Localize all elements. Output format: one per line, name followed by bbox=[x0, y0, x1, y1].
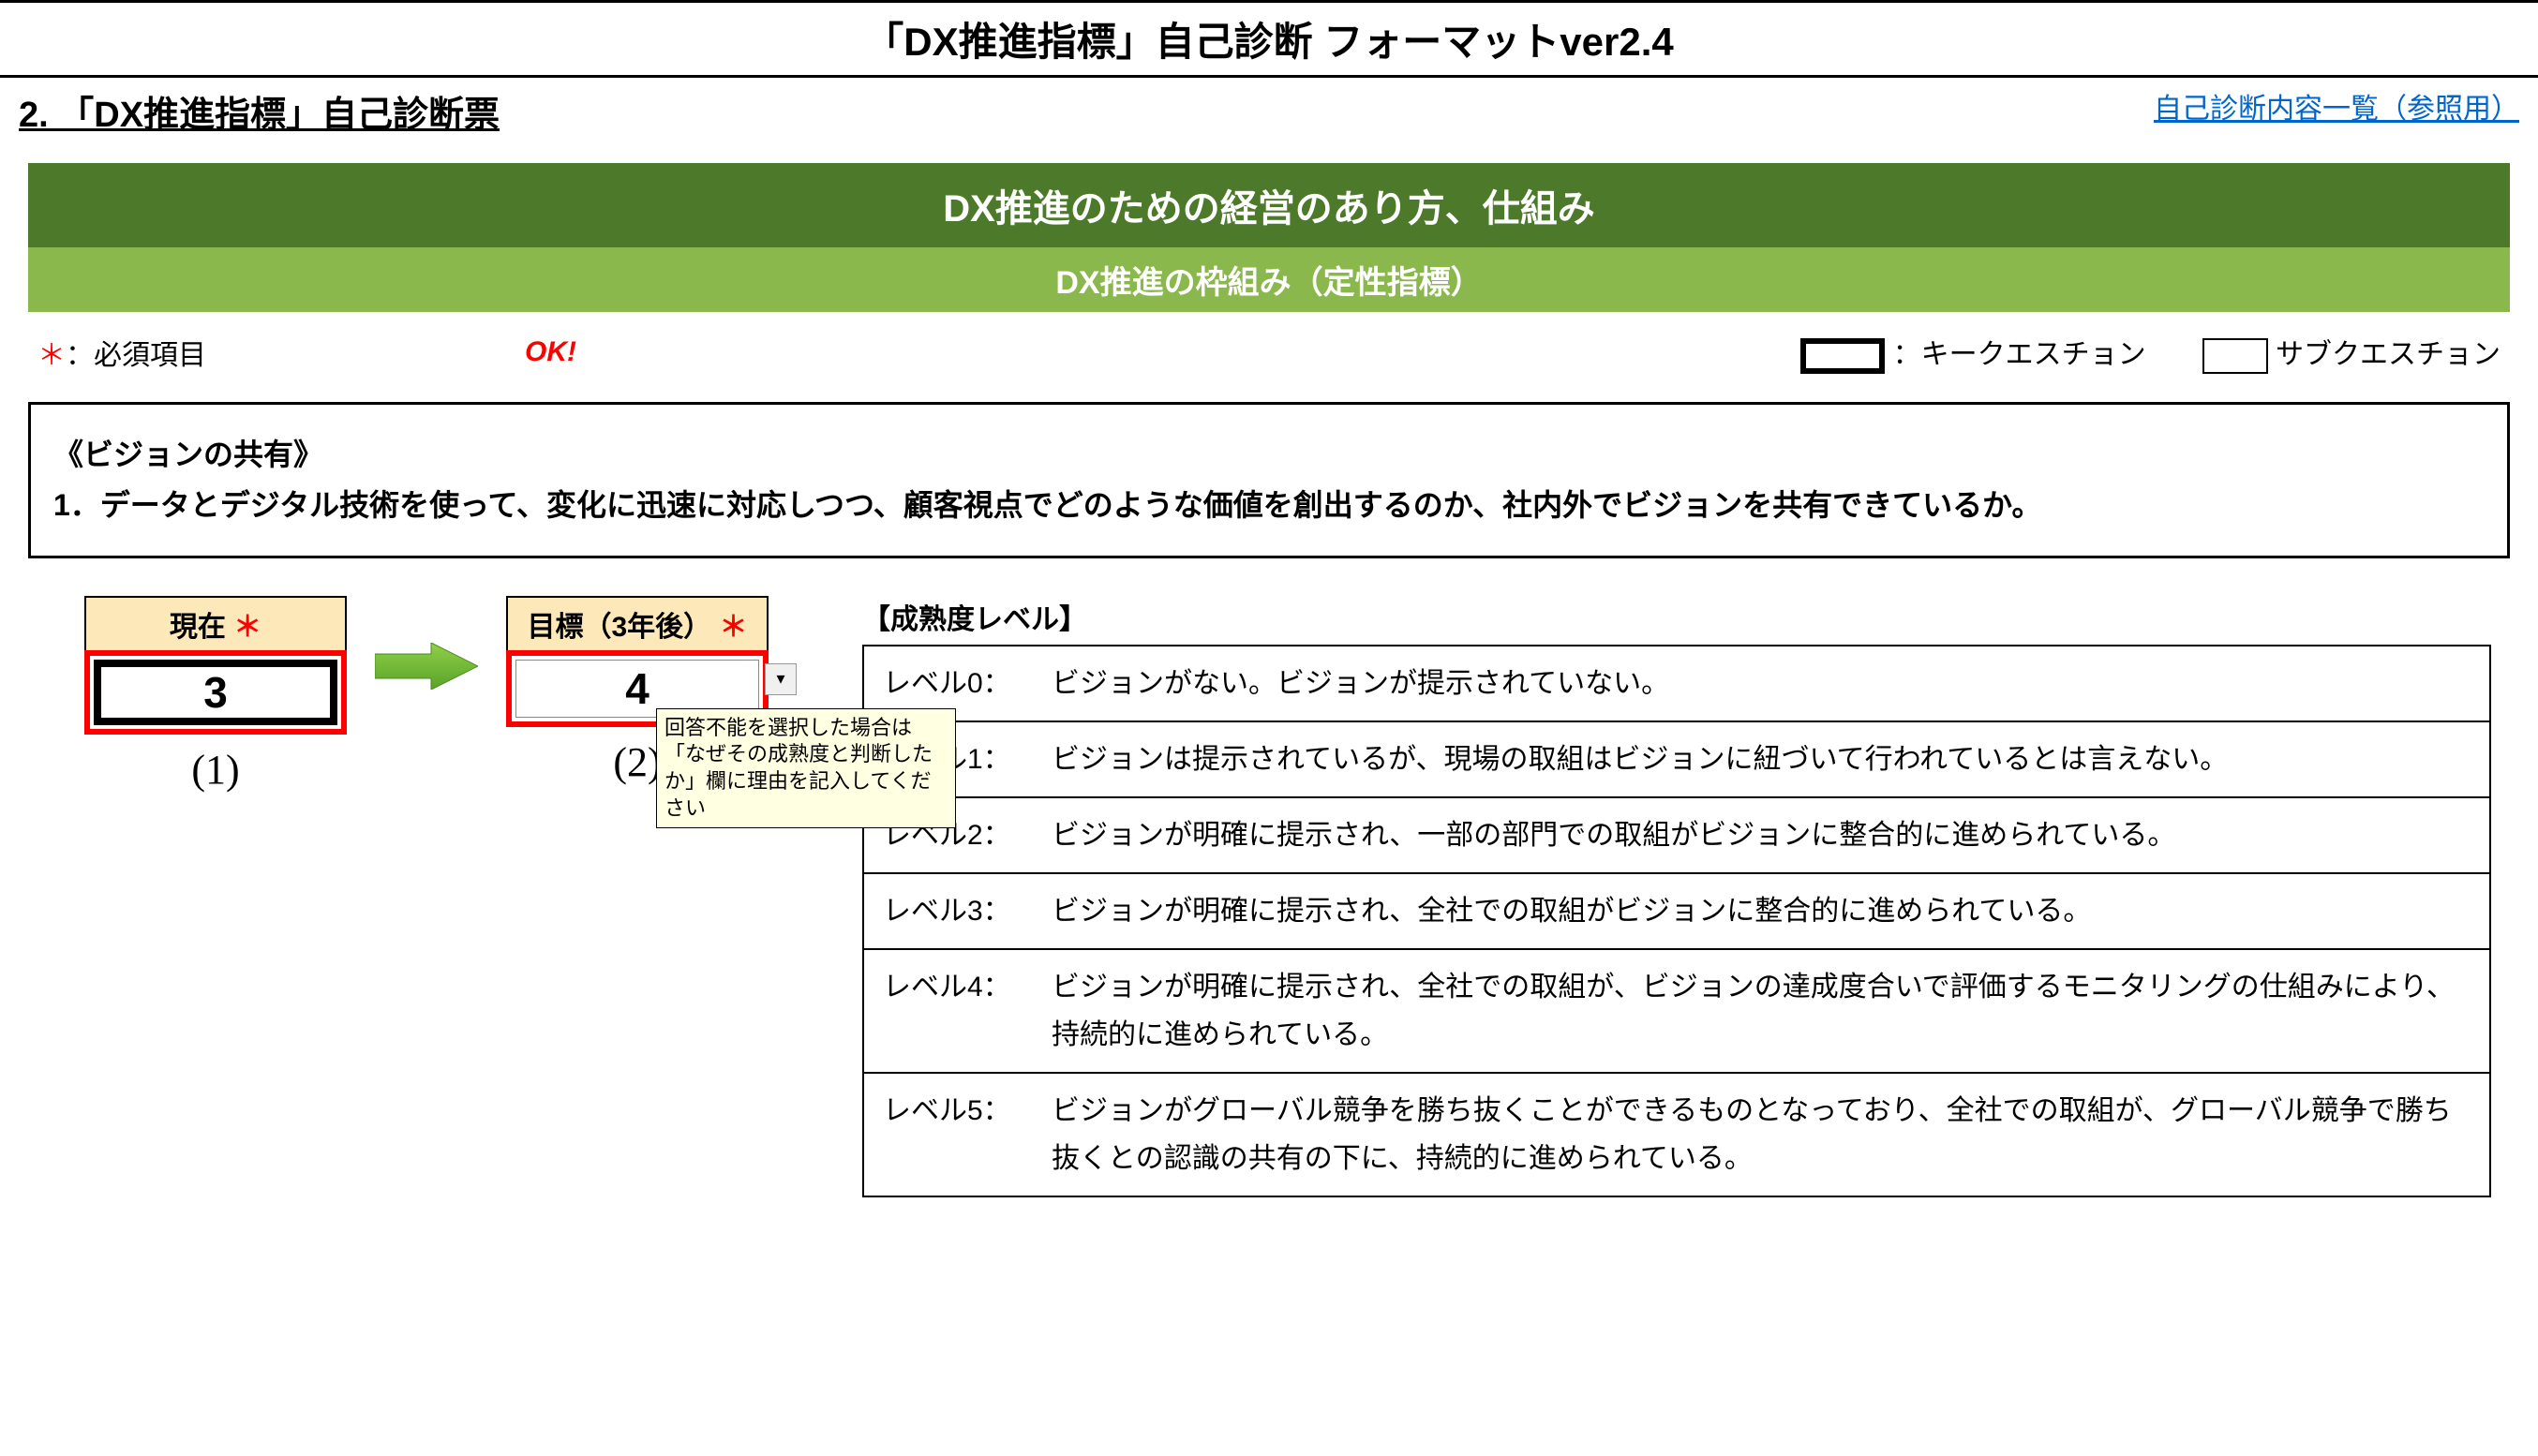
sub-question-label: サブクエスチョン bbox=[2276, 339, 2501, 370]
key-question-label: ：キークエスチョン bbox=[1893, 339, 2146, 370]
question-box: 《ビジョンの共有》 1．データとデジタル技術を使って、変化に迅速に対応しつつ、顧… bbox=[28, 402, 2510, 558]
maturity-level-desc: ビジョンがグローバル競争を勝ち抜くことができるものとなっており、全社での取組が、… bbox=[1052, 1087, 2471, 1182]
maturity-level-label: レベル5： bbox=[883, 1087, 1052, 1182]
maturity-level-desc: ビジョンがない。ビジョンが提示されていない。 bbox=[1052, 660, 2471, 707]
maturity-row: レベル2： ビジョンが明確に提示され、一部の部門での取組がビジョンに整合的に進め… bbox=[864, 798, 2489, 874]
current-score-block: 現在 ＊ 3 (1) bbox=[84, 596, 347, 794]
reference-link[interactable]: 自己診断内容一覧（参照用） bbox=[2154, 85, 2519, 126]
document-title: 「DX推進指標」自己診断 フォーマットver2.4 bbox=[0, 0, 2538, 78]
maturity-level-desc: ビジョンが明確に提示され、全社での取組が、ビジョンの達成度合いで評価するモニタリ… bbox=[1052, 963, 2471, 1059]
tooltip-note: 回答不能を選択した場合は「なぜその成熟度と判断したか」欄に理由を記入してください bbox=[656, 708, 956, 828]
question-text: 1．データとデジタル技術を使って、変化に迅速に対応しつつ、顧客視点でどのような価… bbox=[53, 480, 2485, 530]
maturity-row: レベル4： ビジョンが明確に提示され、全社での取組が、ビジョンの達成度合いで評価… bbox=[864, 950, 2489, 1074]
header-light: DX推進の枠組み（定性指標） bbox=[28, 247, 2510, 312]
maturity-row: レベル0： ビジョンがない。ビジョンが提示されていない。 bbox=[864, 646, 2489, 722]
required-text: ：必須項目 bbox=[66, 332, 206, 373]
dropdown-arrow-icon[interactable]: ▾ bbox=[765, 663, 797, 695]
maturity-table: レベル0： ビジョンがない。ビジョンが提示されていない。 レベル1： ビジョンは… bbox=[862, 645, 2491, 1197]
header-dark: DX推進のための経営のあり方、仕組み bbox=[28, 163, 2510, 247]
required-mark: ＊ bbox=[720, 612, 748, 643]
maturity-level-desc: ビジョンが明確に提示され、一部の部門での取組がビジョンに整合的に進められている。 bbox=[1052, 811, 2471, 859]
maturity-level-label: レベル3： bbox=[883, 887, 1052, 935]
maturity-section: 【成熟度レベル】 レベル0： ビジョンがない。ビジョンが提示されていない。 レベ… bbox=[862, 596, 2510, 1197]
sub-question-icon bbox=[2202, 338, 2268, 374]
section-subtitle: 2. 「DX推進指標」自己診断票 bbox=[19, 85, 500, 137]
maturity-level-desc: ビジョンが明確に提示され、全社での取組がビジョンに整合的に進められている。 bbox=[1052, 887, 2471, 935]
current-score-input[interactable]: 3 bbox=[94, 660, 337, 725]
required-mark: ＊ bbox=[233, 612, 261, 643]
legend-row: ＊ ：必須項目 OK! ：キークエスチョン サブクエスチョン bbox=[28, 312, 2510, 393]
question-heading: 《ビジョンの共有》 bbox=[53, 429, 2485, 480]
maturity-level-desc: ビジョンは提示されているが、現場の取組はビジョンに紐づいて行われているとは言えな… bbox=[1052, 735, 2471, 783]
maturity-title: 【成熟度レベル】 bbox=[862, 596, 2491, 637]
arrow-right-icon bbox=[375, 643, 478, 690]
target-score-label: 目標（3年後） bbox=[527, 612, 711, 643]
current-score-label: 現在 bbox=[170, 612, 226, 643]
ok-indicator: OK! bbox=[525, 336, 576, 368]
maturity-row: レベル5： ビジョンがグローバル競争を勝ち抜くことができるものとなっており、全社… bbox=[864, 1074, 2489, 1196]
target-score-block: 目標（3年後） ＊ 4 ▾ (2) 回答不能を選択した場合は「なぜその成熟度と判… bbox=[506, 596, 769, 786]
target-score-header: 目標（3年後） ＊ bbox=[506, 596, 769, 650]
maturity-row: レベル3： ビジョンが明確に提示され、全社での取組がビジョンに整合的に進められて… bbox=[864, 874, 2489, 950]
annotation-1: (1) bbox=[84, 746, 347, 794]
key-question-icon bbox=[1800, 338, 1885, 374]
current-score-header: 現在 ＊ bbox=[84, 596, 347, 650]
maturity-level-label: レベル4： bbox=[883, 963, 1052, 1059]
maturity-level-label: レベル0： bbox=[883, 660, 1052, 707]
required-asterisk: ＊ bbox=[37, 332, 66, 373]
maturity-row: レベル1： ビジョンは提示されているが、現場の取組はビジョンに紐づいて行われてい… bbox=[864, 722, 2489, 798]
subtitle-row: 2. 「DX推進指標」自己診断票 自己診断内容一覧（参照用） bbox=[0, 78, 2538, 144]
